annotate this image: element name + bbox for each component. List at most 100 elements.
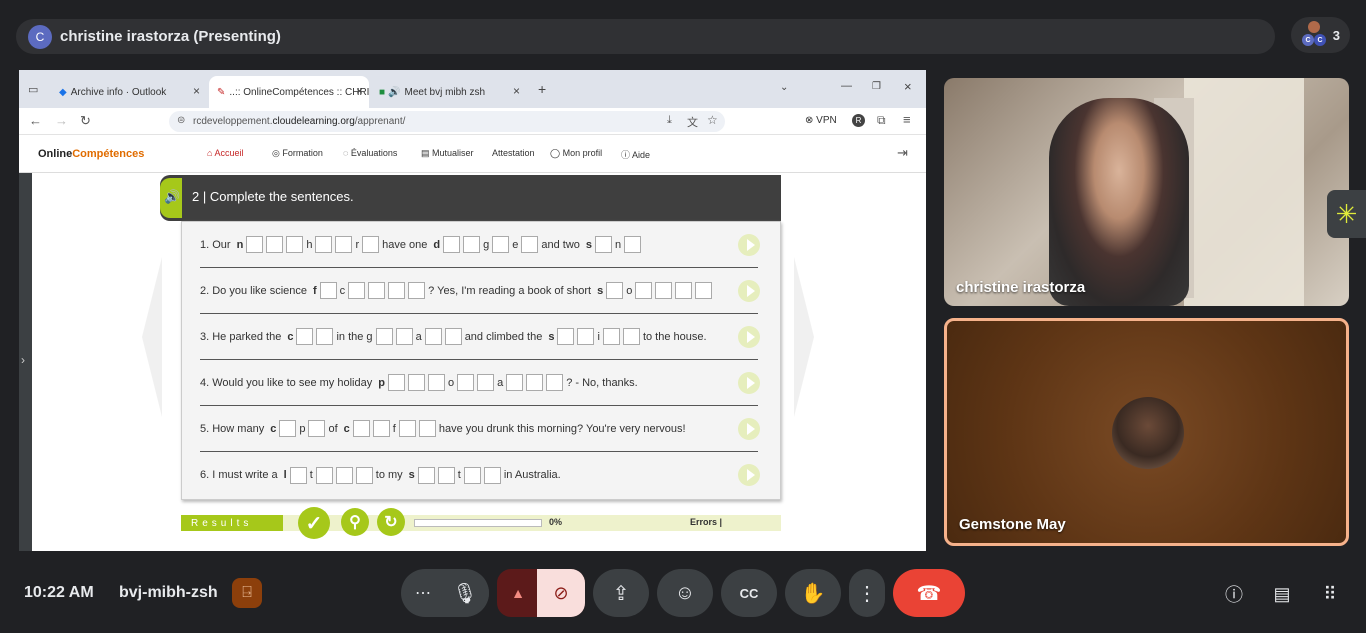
letter-box[interactable]	[286, 236, 304, 253]
check-row-button[interactable]	[738, 233, 760, 256]
chat-icon[interactable]: ▤	[1270, 582, 1294, 606]
vpn-badge[interactable]: ⊗ VPN	[805, 115, 837, 126]
letter-box[interactable]	[407, 374, 425, 391]
letter-box[interactable]	[308, 420, 326, 437]
letter-box[interactable]	[348, 282, 366, 299]
close-icon[interactable]: ×	[193, 84, 200, 98]
letter-box[interactable]	[624, 236, 642, 253]
more-audio-options-icon[interactable]: ⋯	[415, 583, 431, 603]
microphone-icon[interactable]: 🎙	[441, 569, 489, 617]
url-field[interactable]: ⊜ rcdeveloppement. cloudelearning.org/app…	[169, 111, 725, 132]
letter-box[interactable]	[463, 236, 481, 253]
letter-box[interactable]	[315, 466, 333, 484]
check-row-button[interactable]	[738, 279, 760, 302]
letter-box[interactable]	[675, 282, 693, 299]
letter-box[interactable]	[408, 282, 426, 299]
letter-box[interactable]	[444, 328, 462, 345]
letter-box[interactable]	[418, 420, 436, 437]
window-close-icon[interactable]: ×	[904, 79, 912, 94]
letter-box[interactable]	[319, 282, 337, 299]
letter-box[interactable]	[595, 236, 613, 253]
letter-box[interactable]	[395, 328, 413, 345]
letter-box[interactable]	[315, 236, 333, 253]
nav-evaluations[interactable]: ◌ Évaluations	[343, 148, 397, 158]
nav-mutualiser[interactable]: ▤ Mutualiser	[421, 148, 474, 159]
letter-box[interactable]	[368, 282, 386, 299]
letter-box[interactable]	[443, 236, 461, 253]
letter-box[interactable]	[606, 282, 624, 299]
previous-exercise-arrow[interactable]	[142, 257, 162, 417]
letter-box[interactable]	[521, 236, 539, 253]
letter-box[interactable]	[695, 282, 713, 299]
nav-formation[interactable]: ◎ Formation	[272, 148, 323, 159]
tab-meet[interactable]: ■ 🔊 Meet bvj mibh zsh ×	[371, 76, 526, 108]
profile-avatar[interactable]: R	[852, 114, 865, 127]
meeting-info-icon[interactable]: ⓘ	[1222, 582, 1246, 606]
letter-box[interactable]	[483, 466, 501, 484]
letter-box[interactable]	[427, 374, 445, 391]
letter-box[interactable]	[437, 466, 455, 484]
letter-box[interactable]	[279, 420, 297, 437]
letter-box[interactable]	[362, 236, 380, 253]
letter-box[interactable]	[477, 374, 495, 391]
letter-box[interactable]	[266, 236, 284, 253]
letter-box[interactable]	[246, 236, 264, 253]
letter-box[interactable]	[602, 328, 620, 345]
letter-box[interactable]	[424, 328, 442, 345]
reload-icon[interactable]: ↻	[80, 113, 91, 129]
back-icon[interactable]: ←	[29, 113, 42, 128]
retry-button[interactable]: ↻	[377, 508, 405, 536]
tab-search-icon[interactable]: ▭	[28, 83, 38, 96]
letter-box[interactable]	[335, 236, 353, 253]
letter-box[interactable]	[506, 374, 524, 391]
next-exercise-arrow[interactable]	[794, 257, 814, 417]
letter-box[interactable]	[526, 374, 544, 391]
letter-box[interactable]	[387, 374, 405, 391]
letter-box[interactable]	[372, 420, 390, 437]
present-screen-button[interactable]: ⇪	[593, 569, 649, 617]
more-options-button[interactable]: ⋮	[849, 569, 885, 617]
translate-icon[interactable]: 文	[687, 114, 698, 130]
letter-box[interactable]	[398, 420, 416, 437]
logout-icon[interactable]: ⇥	[897, 145, 908, 161]
letter-box[interactable]	[577, 328, 595, 345]
check-row-button[interactable]	[738, 371, 760, 394]
participant-tile[interactable]: christine irastorza	[944, 78, 1349, 306]
letter-box[interactable]	[557, 328, 575, 345]
raise-hand-button[interactable]: ✋	[785, 569, 841, 617]
letter-box[interactable]	[296, 328, 314, 345]
camera-options-chevron-icon[interactable]: ▲	[497, 569, 539, 617]
forward-icon[interactable]: →	[55, 113, 68, 128]
participant-tile[interactable]: Gemstone May	[944, 318, 1349, 546]
tab-onlinecompetences[interactable]: ✎ ..:: OnlineCompétences :: CHRI ×	[209, 76, 369, 108]
side-panel-toggle[interactable]: ›	[19, 173, 32, 551]
nav-attestation[interactable]: Attestation	[492, 148, 535, 158]
letter-box[interactable]	[622, 328, 640, 345]
letter-box[interactable]	[546, 374, 564, 391]
close-icon[interactable]: ×	[356, 84, 363, 98]
nav-accueil[interactable]: ⌂ Accueil	[207, 148, 243, 158]
activities-grid-icon[interactable]: ⠿	[1318, 582, 1342, 606]
letter-box[interactable]	[635, 282, 653, 299]
close-icon[interactable]: ×	[513, 84, 520, 98]
bookmark-star-icon[interactable]: ☆	[707, 113, 718, 127]
captions-button[interactable]: CC	[721, 569, 777, 617]
participants-button[interactable]: C C 3	[1291, 17, 1350, 53]
letter-box[interactable]	[316, 328, 334, 345]
minimize-icon[interactable]: —	[841, 80, 852, 92]
check-row-button[interactable]	[738, 417, 760, 440]
nav-aide[interactable]: ⓘ Aide	[621, 148, 650, 161]
letter-box[interactable]	[289, 466, 307, 484]
leave-call-button[interactable]: ☎	[893, 569, 965, 617]
camera-off-icon[interactable]: ⊘	[537, 569, 585, 617]
letter-box[interactable]	[375, 328, 393, 345]
chevron-down-icon[interactable]: ⌄	[780, 82, 788, 93]
new-tab-icon[interactable]: +	[538, 81, 546, 97]
activities-panel-icon[interactable]: ✳	[1327, 190, 1366, 238]
letter-box[interactable]	[355, 466, 373, 484]
letter-box[interactable]	[457, 374, 475, 391]
letter-box[interactable]	[352, 420, 370, 437]
reactions-button[interactable]: ☺	[657, 569, 713, 617]
letter-box[interactable]	[388, 282, 406, 299]
letter-box[interactable]	[492, 236, 510, 253]
